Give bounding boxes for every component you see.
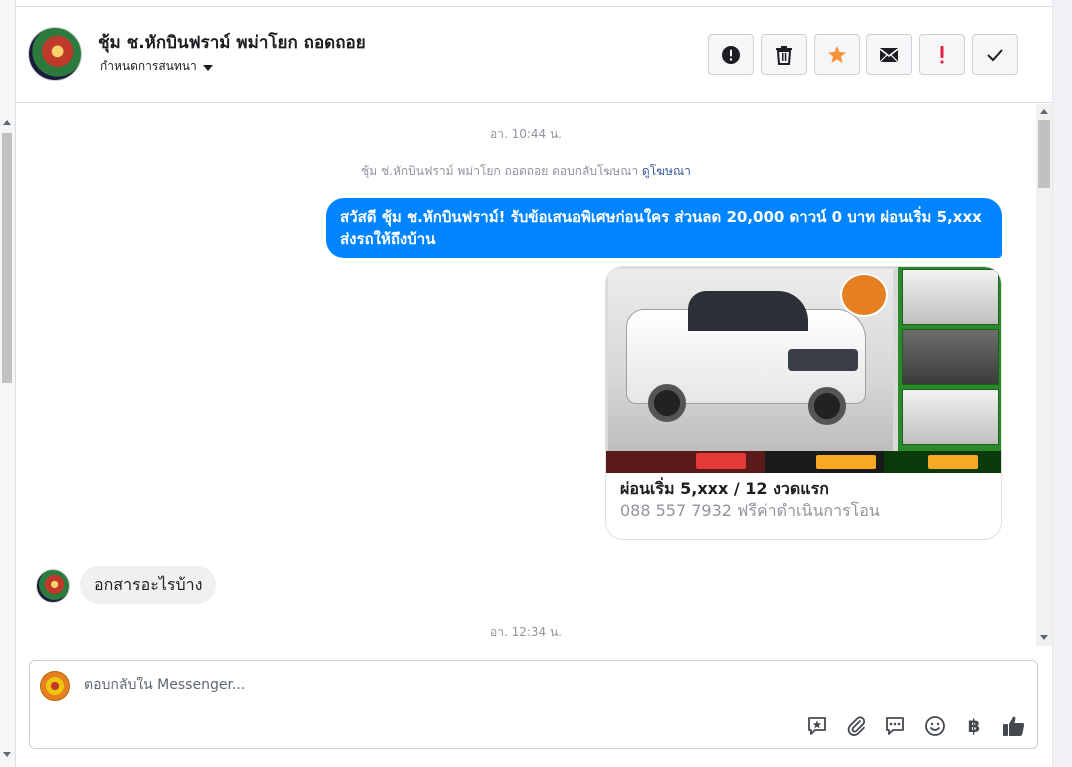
scroll-down-arrow-icon[interactable] bbox=[3, 752, 11, 757]
star-icon bbox=[828, 45, 846, 63]
inbox-window: ชุ้ม ช.หักบินฟราม์ พม่าโยก ถอดถอย กำหนดก… bbox=[0, 0, 1072, 767]
ad-preview-card[interactable]: ผ่อนเริ่ม 5,xxx / 12 งวดแรก 088 557 7932… bbox=[605, 266, 1002, 540]
contact-name[interactable]: ชุ้ม ช.หักบินฟราม์ พม่าโยก ถอดถอย bbox=[98, 29, 366, 56]
outgoing-message-bubble[interactable]: สวัสดี ชุ้ม ช.หักบินฟราม์! รับข้อเสนอพิเ… bbox=[326, 198, 1002, 258]
ad-description: 088 557 7932 ฟรีค่าดำเนินการโอน bbox=[620, 501, 880, 520]
ad-thumbnail bbox=[902, 329, 999, 385]
dealer-badge bbox=[840, 273, 888, 317]
baht-symbol: ฿ bbox=[967, 715, 981, 737]
trash-icon bbox=[776, 45, 792, 65]
scroll-thumb[interactable] bbox=[2, 133, 12, 383]
ad-reference-text: ชุ้ม ช่.หักบินฟราม์ พม่าโยก ถอดถอย ตอบกล… bbox=[361, 164, 639, 178]
done-button[interactable] bbox=[972, 34, 1018, 75]
quick-reply-icon[interactable] bbox=[882, 713, 908, 739]
promo-tag bbox=[816, 455, 876, 469]
attachment-icon[interactable] bbox=[843, 713, 869, 739]
conversation-settings-dropdown[interactable]: กำหนดการสนทนา bbox=[100, 57, 213, 76]
saved-reply-icon[interactable] bbox=[804, 713, 830, 739]
like-icon[interactable] bbox=[1001, 713, 1027, 739]
alert-circle-icon bbox=[722, 45, 740, 64]
truck-cabin-shape bbox=[688, 291, 808, 331]
ad-thumbnail-column bbox=[898, 267, 1001, 451]
left-scrollbar[interactable] bbox=[0, 0, 16, 767]
view-ad-link[interactable]: ดูโฆษณา bbox=[642, 164, 691, 178]
scroll-up-arrow-icon[interactable] bbox=[3, 120, 11, 125]
reply-input[interactable] bbox=[84, 677, 984, 693]
caret-down-icon bbox=[202, 64, 213, 71]
reply-composer: ฿ bbox=[29, 660, 1038, 749]
truck-grille-shape bbox=[788, 349, 858, 371]
truck-wheel-shape bbox=[808, 387, 846, 425]
baht-icon[interactable]: ฿ bbox=[961, 713, 987, 739]
conversation-settings-label: กำหนดการสนทนา bbox=[100, 59, 197, 73]
message-thread: อา. 10:44 น. ชุ้ม ช่.หักบินฟราม์ พม่าโยก… bbox=[16, 104, 1036, 646]
checkmark-icon bbox=[987, 48, 1003, 61]
report-button[interactable] bbox=[708, 34, 754, 75]
ad-thumbnail bbox=[902, 269, 999, 325]
delete-button[interactable] bbox=[761, 34, 807, 75]
thread-scrollbar[interactable] bbox=[1036, 104, 1052, 646]
conversation-header: ชุ้ม ช.หักบินฟราม์ พม่าโยก ถอดถอย กำหนดก… bbox=[16, 7, 1052, 103]
promo-tag bbox=[696, 453, 746, 469]
scroll-up-arrow-icon[interactable] bbox=[1040, 109, 1048, 114]
important-button[interactable] bbox=[919, 34, 965, 75]
truck-wheel-shape bbox=[648, 384, 686, 422]
incoming-message-bubble[interactable]: อกสารอะไรบ้าง bbox=[80, 566, 217, 604]
sender-avatar[interactable] bbox=[36, 569, 70, 603]
contact-avatar[interactable] bbox=[28, 27, 82, 81]
scroll-thumb[interactable] bbox=[1038, 120, 1050, 188]
timestamp: อา. 12:34 น. bbox=[490, 625, 562, 639]
right-gutter bbox=[1052, 0, 1072, 767]
timestamp: อา. 10:44 น. bbox=[490, 127, 562, 141]
ad-reference: ชุ้ม ช่.หักบินฟราม์ พม่าโยก ถอดถอย ตอบกล… bbox=[16, 162, 1036, 181]
scroll-down-arrow-icon[interactable] bbox=[1040, 635, 1048, 640]
ad-image[interactable] bbox=[606, 267, 1001, 473]
ad-thumbnail bbox=[902, 389, 999, 445]
page-avatar bbox=[40, 671, 70, 701]
promo-tag bbox=[928, 455, 978, 469]
star-button[interactable] bbox=[814, 34, 860, 75]
envelope-icon bbox=[879, 47, 899, 62]
ad-promo-strip bbox=[606, 451, 1001, 473]
truck-photo bbox=[608, 269, 893, 451]
email-button[interactable] bbox=[866, 34, 912, 75]
emoji-icon[interactable] bbox=[922, 713, 948, 739]
exclamation-icon bbox=[940, 45, 944, 63]
